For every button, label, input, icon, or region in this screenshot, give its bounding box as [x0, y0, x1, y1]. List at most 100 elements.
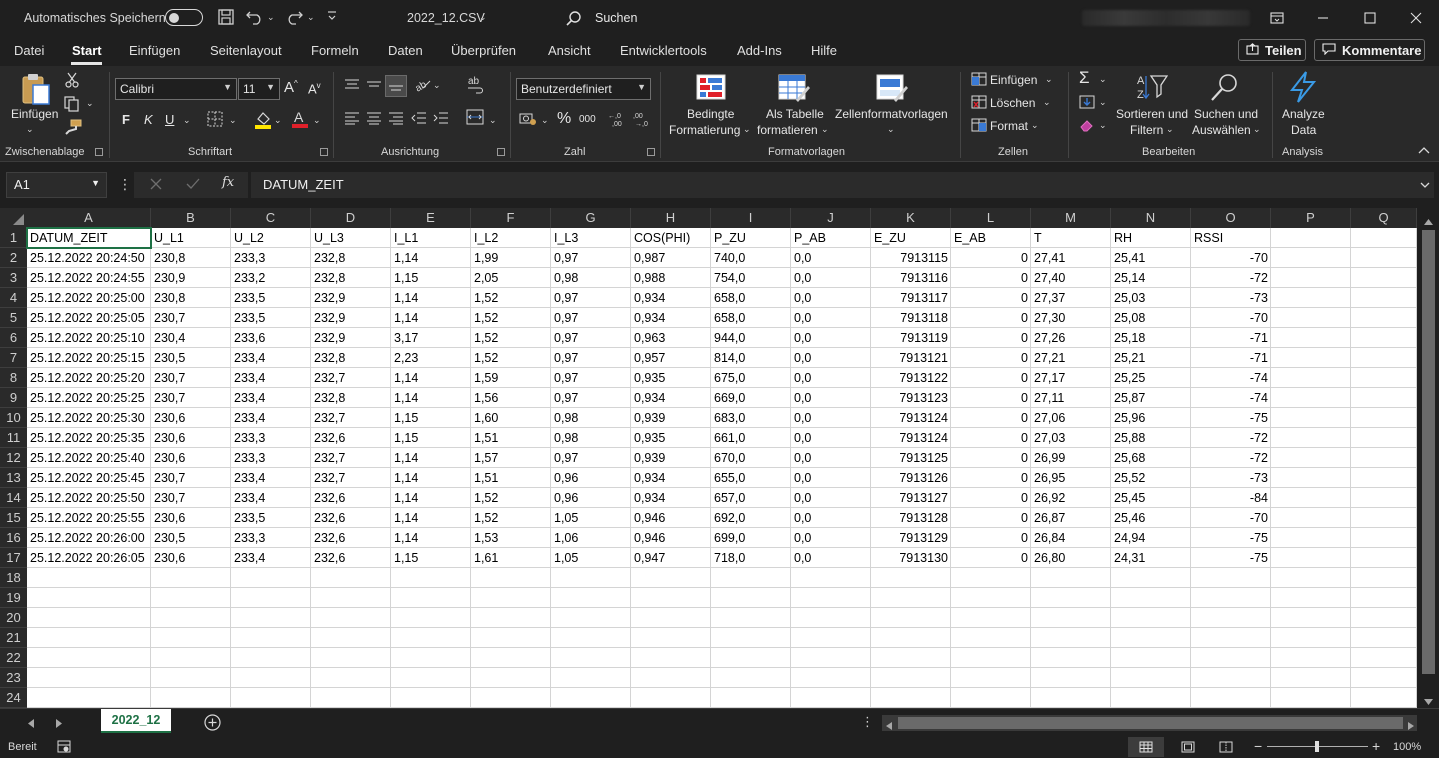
vertical-scrollbar[interactable]: [1418, 208, 1439, 708]
header-cell[interactable]: E_AB: [951, 228, 1031, 248]
table-cell[interactable]: 1,52: [471, 348, 551, 368]
header-cell[interactable]: U_L2: [231, 228, 311, 248]
table-cell[interactable]: 0: [951, 328, 1031, 348]
ribbon-display-options-icon[interactable]: [1254, 0, 1300, 36]
table-cell[interactable]: 7913125: [871, 448, 951, 468]
table-cell[interactable]: 0,96: [551, 488, 631, 508]
table-cell[interactable]: 233,4: [231, 468, 311, 488]
table-cell[interactable]: -72: [1191, 268, 1271, 288]
table-cell[interactable]: 0,97: [551, 448, 631, 468]
zoom-out-icon[interactable]: −: [1254, 738, 1262, 754]
select-all-corner[interactable]: [0, 208, 27, 228]
vertical-scroll-thumb[interactable]: [1422, 230, 1435, 674]
fill-dropdown-icon[interactable]: ⌄: [1099, 97, 1107, 108]
row-header[interactable]: 12: [0, 448, 27, 468]
scroll-left-icon[interactable]: [886, 719, 892, 733]
insert-function-icon[interactable]: fx: [222, 175, 234, 190]
table-cell[interactable]: 233,4: [231, 348, 311, 368]
expand-formula-bar-icon[interactable]: [1420, 178, 1430, 192]
cell-styles-dropdown-icon[interactable]: ⌄: [887, 124, 895, 135]
table-cell[interactable]: 754,0: [711, 268, 791, 288]
table-cell[interactable]: 7913124: [871, 428, 951, 448]
table-cell[interactable]: 25,03: [1111, 288, 1191, 308]
table-cell[interactable]: -73: [1191, 288, 1271, 308]
find-select-label-2[interactable]: Auswählen: [1192, 123, 1251, 137]
header-cell[interactable]: I_L2: [471, 228, 551, 248]
table-cell[interactable]: 7913129: [871, 528, 951, 548]
table-cell[interactable]: 233,4: [231, 408, 311, 428]
table-cell[interactable]: 7913116: [871, 268, 951, 288]
row-header[interactable]: 9: [0, 388, 27, 408]
paste-dropdown-icon[interactable]: ⌄: [26, 124, 34, 135]
table-cell[interactable]: 230,4: [151, 328, 231, 348]
table-cell[interactable]: 230,6: [151, 548, 231, 568]
table-cell[interactable]: 692,0: [711, 508, 791, 528]
table-cell[interactable]: 230,7: [151, 308, 231, 328]
table-cell[interactable]: 0,0: [791, 508, 871, 528]
table-cell[interactable]: 0,97: [551, 368, 631, 388]
table-cell[interactable]: 25,52: [1111, 468, 1191, 488]
insert-cells-dropdown-icon[interactable]: ⌄: [1045, 74, 1053, 85]
sort-filter-label-1[interactable]: Sortieren und: [1116, 107, 1188, 121]
table-cell[interactable]: 658,0: [711, 308, 791, 328]
column-header[interactable]: C: [231, 208, 311, 228]
increase-indent-icon[interactable]: [433, 111, 449, 128]
table-cell[interactable]: 0,0: [791, 548, 871, 568]
scroll-up-icon[interactable]: [1424, 214, 1433, 228]
align-bottom-icon[interactable]: [385, 75, 407, 97]
table-cell[interactable]: 0,939: [631, 408, 711, 428]
table-cell[interactable]: 27,40: [1031, 268, 1111, 288]
cell-styles-label[interactable]: Zellenformatvorlagen: [835, 107, 948, 121]
table-cell[interactable]: 3,17: [391, 328, 471, 348]
table-cell[interactable]: 0,0: [791, 328, 871, 348]
row-header[interactable]: 13: [0, 468, 27, 488]
find-select-label-1[interactable]: Suchen und: [1194, 107, 1258, 121]
format-as-table-label-1[interactable]: Als Tabelle: [766, 107, 824, 121]
column-header[interactable]: E: [391, 208, 471, 228]
row-header[interactable]: 20: [0, 608, 27, 628]
table-cell[interactable]: 25.12.2022 20:24:50: [27, 248, 151, 268]
table-cell[interactable]: 670,0: [711, 448, 791, 468]
column-header[interactable]: B: [151, 208, 231, 228]
table-cell[interactable]: 232,8: [311, 348, 391, 368]
clear-icon[interactable]: [1079, 118, 1095, 135]
collapse-ribbon-icon[interactable]: [1418, 144, 1430, 158]
table-cell[interactable]: 25.12.2022 20:25:55: [27, 508, 151, 528]
table-cell[interactable]: 7913117: [871, 288, 951, 308]
row-header[interactable]: 11: [0, 428, 27, 448]
maximize-button[interactable]: [1347, 0, 1393, 36]
table-cell[interactable]: 233,4: [231, 548, 311, 568]
table-cell[interactable]: 1,52: [471, 308, 551, 328]
header-cell[interactable]: RH: [1111, 228, 1191, 248]
table-cell[interactable]: 1,14: [391, 288, 471, 308]
row-header[interactable]: 10: [0, 408, 27, 428]
tab-ueberpruefen[interactable]: Überprüfen: [451, 43, 516, 58]
table-cell[interactable]: 0,0: [791, 288, 871, 308]
tab-seitenlayout[interactable]: Seitenlayout: [210, 43, 282, 58]
table-cell[interactable]: 1,60: [471, 408, 551, 428]
table-cell[interactable]: 233,5: [231, 288, 311, 308]
table-cell[interactable]: 0,0: [791, 468, 871, 488]
table-cell[interactable]: 1,52: [471, 328, 551, 348]
table-cell[interactable]: 1,15: [391, 428, 471, 448]
table-cell[interactable]: 232,6: [311, 488, 391, 508]
table-cell[interactable]: 233,3: [231, 528, 311, 548]
table-cell[interactable]: 0,934: [631, 468, 711, 488]
customize-toolbar-icon[interactable]: [327, 9, 337, 26]
table-cell[interactable]: 0,0: [791, 388, 871, 408]
column-header[interactable]: L: [951, 208, 1031, 228]
table-cell[interactable]: 0: [951, 388, 1031, 408]
sort-filter-icon[interactable]: AZ: [1136, 72, 1169, 105]
table-cell[interactable]: 27,17: [1031, 368, 1111, 388]
orientation-icon[interactable]: ab: [413, 76, 431, 95]
table-cell[interactable]: 0: [951, 448, 1031, 468]
table-cell[interactable]: 0: [951, 428, 1031, 448]
table-cell[interactable]: 0,98: [551, 408, 631, 428]
number-launcher-icon[interactable]: [647, 148, 655, 156]
table-cell[interactable]: 0,0: [791, 408, 871, 428]
table-cell[interactable]: 24,31: [1111, 548, 1191, 568]
table-cell[interactable]: 25.12.2022 20:25:50: [27, 488, 151, 508]
column-header[interactable]: P: [1271, 208, 1351, 228]
tab-entwicklertools[interactable]: Entwicklertools: [620, 43, 707, 58]
table-cell[interactable]: -75: [1191, 548, 1271, 568]
